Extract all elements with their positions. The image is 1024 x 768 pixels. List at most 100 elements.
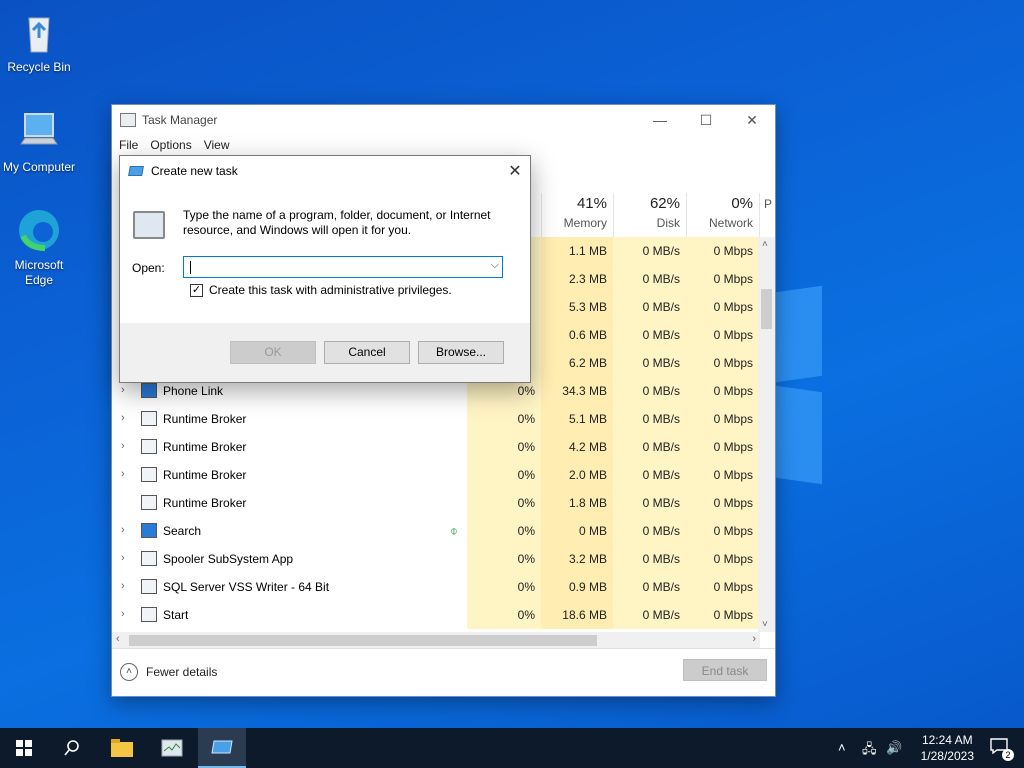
disk-cell: 0 MB/s — [613, 377, 686, 405]
task-manager-icon — [161, 739, 183, 757]
network-cell: 0 Mbps — [686, 433, 759, 461]
taskbar-task-manager[interactable] — [148, 728, 196, 768]
process-icon — [141, 579, 157, 594]
open-input[interactable]: ⌵ — [183, 256, 503, 278]
network-cell: 0 Mbps — [686, 237, 759, 265]
memory-cell: 1.8 MB — [541, 489, 613, 517]
table-row[interactable]: › Runtime Broker 0% 2.0 MB 0 MB/s 0 Mbps — [112, 461, 760, 489]
chevron-up-icon[interactable]: ˄ — [838, 740, 846, 755]
checkbox-checked-icon[interactable]: ✓ — [190, 283, 203, 297]
desktop-icon-edge[interactable]: Microsoft Edge — [1, 206, 77, 288]
table-row[interactable]: › Spooler SubSystem App 0% 3.2 MB 0 MB/s 0 Mb… — [112, 545, 760, 573]
vertical-scrollbar[interactable]: ˄ ˅ — [758, 237, 775, 632]
menu-bar: File Options View — [112, 135, 775, 155]
admin-privileges-checkbox[interactable]: ✓ Create this task with administrative p… — [190, 283, 452, 297]
memory-cell: 0.9 MB — [541, 573, 613, 601]
scroll-down-icon[interactable]: ˅ — [762, 619, 768, 630]
checkbox-label: Create this task with administrative pri… — [209, 283, 452, 297]
process-name: Runtime Broker — [163, 468, 247, 482]
fewer-details-label: Fewer details — [146, 665, 218, 679]
scrollbar-thumb[interactable] — [761, 289, 772, 329]
disk-cell: 0 MB/s — [613, 601, 686, 629]
network-cell: 0 Mbps — [686, 265, 759, 293]
start-button[interactable] — [0, 728, 48, 768]
dialog-footer: OK Cancel Browse... — [120, 323, 530, 382]
column-header-disk[interactable]: 62% Disk — [613, 193, 686, 237]
network-cell: 0 Mbps — [686, 461, 759, 489]
scrollbar-thumb[interactable] — [129, 635, 597, 646]
network-label: Network — [708, 216, 753, 230]
process-name: Search — [163, 524, 202, 538]
expand-chevron-icon[interactable]: › — [121, 440, 125, 452]
table-row[interactable]: › SQL Server VSS Writer - 64 Bit 0% 0.9 MB 0… — [112, 573, 760, 601]
process-name: Start — [163, 608, 189, 622]
column-header-network[interactable]: 0% Network — [686, 193, 759, 237]
close-icon[interactable]: ✕ — [500, 161, 530, 181]
cpu-cell: 0% — [467, 433, 541, 461]
process-name: Spooler SubSystem App — [163, 552, 294, 566]
browse-button[interactable]: Browse... — [418, 341, 504, 364]
cpu-cell: 0% — [467, 545, 541, 573]
network-icon[interactable]: 🖧 — [862, 740, 877, 762]
table-row[interactable]: › Runtime Broker 0% 4.2 MB 0 MB/s 0 Mbps — [112, 433, 760, 461]
taskbar-run-dialog[interactable] — [198, 728, 246, 768]
footer: ˄ Fewer details End task — [112, 648, 775, 696]
menu-options[interactable]: Options — [150, 138, 191, 152]
expand-chevron-icon[interactable]: › — [121, 552, 125, 564]
expand-chevron-icon[interactable]: › — [121, 608, 125, 620]
expand-chevron-icon[interactable]: › — [121, 580, 125, 592]
table-row[interactable]: Runtime Broker 0% 1.8 MB 0 MB/s 0 Mbps — [112, 489, 760, 517]
table-row[interactable]: › Start 0% 18.6 MB 0 MB/s 0 Mbps — [112, 601, 760, 629]
expand-chevron-icon[interactable]: › — [121, 468, 125, 480]
cpu-cell: 0% — [467, 461, 541, 489]
cpu-cell: 0% — [467, 601, 541, 629]
column-header-power[interactable]: P — [759, 193, 775, 237]
volume-icon[interactable]: 🔊 — [886, 740, 902, 756]
clock[interactable]: 12:24 AM 1/28/2023 — [921, 732, 974, 764]
memory-percent: 41% — [576, 195, 607, 212]
table-row[interactable]: › Search ⌽ 0% 0 MB 0 MB/s 0 Mbps — [112, 517, 760, 545]
desktop-icon-label: Microsoft Edge — [14, 258, 64, 287]
table-row[interactable]: › Runtime Broker 0% 5.1 MB 0 MB/s 0 Mbps — [112, 405, 760, 433]
title-bar[interactable]: Task Manager — ☐ ✕ — [112, 105, 775, 135]
scroll-up-icon[interactable]: ˄ — [762, 239, 768, 250]
desktop-icon-my-computer[interactable]: My Computer — [1, 108, 77, 175]
window-title: Task Manager — [142, 113, 218, 127]
disk-cell: 0 MB/s — [613, 265, 686, 293]
menu-view[interactable]: View — [204, 138, 230, 152]
fewer-details-button[interactable]: ˄ Fewer details — [120, 663, 217, 681]
cpu-cell: 0% — [467, 489, 541, 517]
disk-cell: 0 MB/s — [613, 461, 686, 489]
horizontal-scrollbar[interactable]: ‹ › — [112, 632, 760, 649]
process-name: Runtime Broker — [163, 440, 247, 454]
process-icon — [141, 439, 157, 454]
action-center-button[interactable]: 2 — [990, 738, 1014, 761]
scroll-left-icon[interactable]: ‹ — [116, 633, 120, 645]
run-program-icon — [133, 211, 165, 239]
maximize-icon[interactable]: ☐ — [683, 105, 729, 135]
scroll-right-icon[interactable]: › — [752, 633, 756, 645]
process-name: Runtime Broker — [163, 412, 247, 426]
close-icon[interactable]: ✕ — [729, 105, 775, 135]
expand-chevron-icon[interactable]: › — [121, 384, 125, 396]
expand-chevron-icon[interactable]: › — [121, 412, 125, 424]
expand-chevron-icon[interactable]: › — [121, 524, 125, 536]
disk-cell: 0 MB/s — [613, 517, 686, 545]
minimize-icon[interactable]: — — [637, 105, 683, 135]
dialog-title-bar[interactable]: Create new task ✕ — [120, 156, 530, 186]
memory-cell: 0.6 MB — [541, 321, 613, 349]
desktop-icon-recycle-bin[interactable]: Recycle Bin — [1, 8, 77, 75]
taskbar-file-explorer[interactable] — [98, 728, 146, 768]
network-cell: 0 Mbps — [686, 601, 759, 629]
desktop-icon-label: My Computer — [2, 160, 76, 174]
network-cell: 0 Mbps — [686, 545, 759, 573]
cpu-cell: 0% — [467, 517, 541, 545]
chevron-down-icon[interactable]: ⌵ — [491, 259, 499, 272]
search-button[interactable] — [48, 728, 96, 768]
column-header-memory[interactable]: 41% Memory — [541, 193, 613, 237]
ok-button[interactable]: OK — [230, 341, 316, 364]
end-task-button[interactable]: End task — [683, 659, 767, 681]
cancel-button[interactable]: Cancel — [324, 341, 410, 364]
create-task-dialog: Create new task ✕ Type the name of a pro… — [119, 155, 531, 383]
menu-file[interactable]: File — [119, 138, 138, 152]
